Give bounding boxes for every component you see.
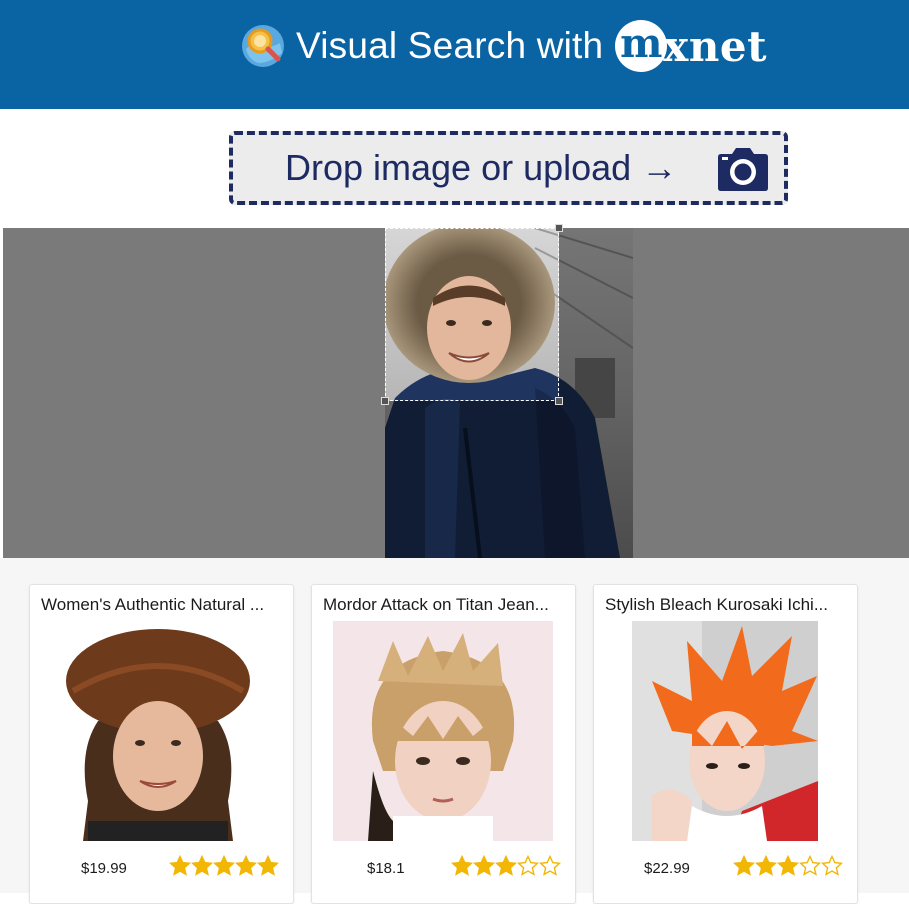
crop-handle-top-right[interactable] bbox=[555, 224, 563, 232]
camera-icon[interactable] bbox=[714, 145, 772, 193]
header-title-group: Visual Search with m xnet bbox=[240, 20, 767, 72]
crop-dim-right bbox=[559, 228, 633, 401]
result-card[interactable]: Mordor Attack on Titan Jean... $18.1 bbox=[311, 584, 576, 904]
star-empty-icon bbox=[539, 855, 561, 876]
result-title[interactable]: Women's Authentic Natural ... bbox=[41, 595, 285, 615]
crop-dim-bottom bbox=[385, 401, 633, 558]
star-filled-icon bbox=[235, 855, 257, 876]
result-image[interactable] bbox=[632, 621, 818, 841]
star-filled-icon bbox=[473, 855, 495, 876]
star-filled-icon bbox=[733, 855, 755, 876]
mxnet-logo: m xnet bbox=[615, 20, 767, 72]
crop-handle-bottom-left[interactable] bbox=[381, 397, 389, 405]
result-title[interactable]: Mordor Attack on Titan Jean... bbox=[323, 595, 567, 615]
star-filled-icon bbox=[213, 855, 235, 876]
star-filled-icon bbox=[495, 855, 517, 876]
star-filled-icon bbox=[777, 855, 799, 876]
app-header: Visual Search with m xnet bbox=[0, 0, 909, 109]
star-filled-icon bbox=[191, 855, 213, 876]
mxnet-logo-text: xnet bbox=[663, 21, 767, 71]
image-viewer bbox=[3, 224, 909, 558]
app-title: Visual Search with bbox=[296, 25, 604, 66]
star-filled-icon bbox=[755, 855, 777, 876]
star-empty-icon bbox=[821, 855, 843, 876]
result-image[interactable] bbox=[58, 621, 258, 841]
rating-stars bbox=[169, 855, 279, 877]
star-filled-icon bbox=[451, 855, 473, 876]
result-price: $19.99 bbox=[81, 860, 127, 877]
star-empty-icon bbox=[517, 855, 539, 876]
result-price: $22.99 bbox=[644, 860, 690, 877]
upload-dropzone[interactable]: Drop image or upload → bbox=[229, 131, 788, 205]
search-results: Women's Authentic Natural ... $19.99 Mor… bbox=[0, 558, 909, 904]
crop-handle-bottom-right[interactable] bbox=[555, 397, 563, 405]
result-price: $18.1 bbox=[367, 860, 405, 877]
upload-label: Drop image or upload → bbox=[285, 147, 678, 188]
star-filled-icon bbox=[169, 855, 191, 876]
star-filled-icon bbox=[257, 855, 279, 876]
magnifier-globe-icon bbox=[242, 25, 284, 67]
rating-stars bbox=[733, 855, 843, 877]
star-empty-icon bbox=[799, 855, 821, 876]
mxnet-logo-m: m bbox=[615, 20, 668, 72]
result-card[interactable]: Women's Authentic Natural ... $19.99 bbox=[29, 584, 294, 904]
rating-stars bbox=[451, 855, 561, 877]
crop-selection[interactable] bbox=[381, 224, 563, 405]
result-card[interactable]: Stylish Bleach Kurosaki Ichi... $22.99 bbox=[593, 584, 858, 904]
result-image[interactable] bbox=[333, 621, 553, 841]
result-title[interactable]: Stylish Bleach Kurosaki Ichi... bbox=[605, 595, 849, 615]
